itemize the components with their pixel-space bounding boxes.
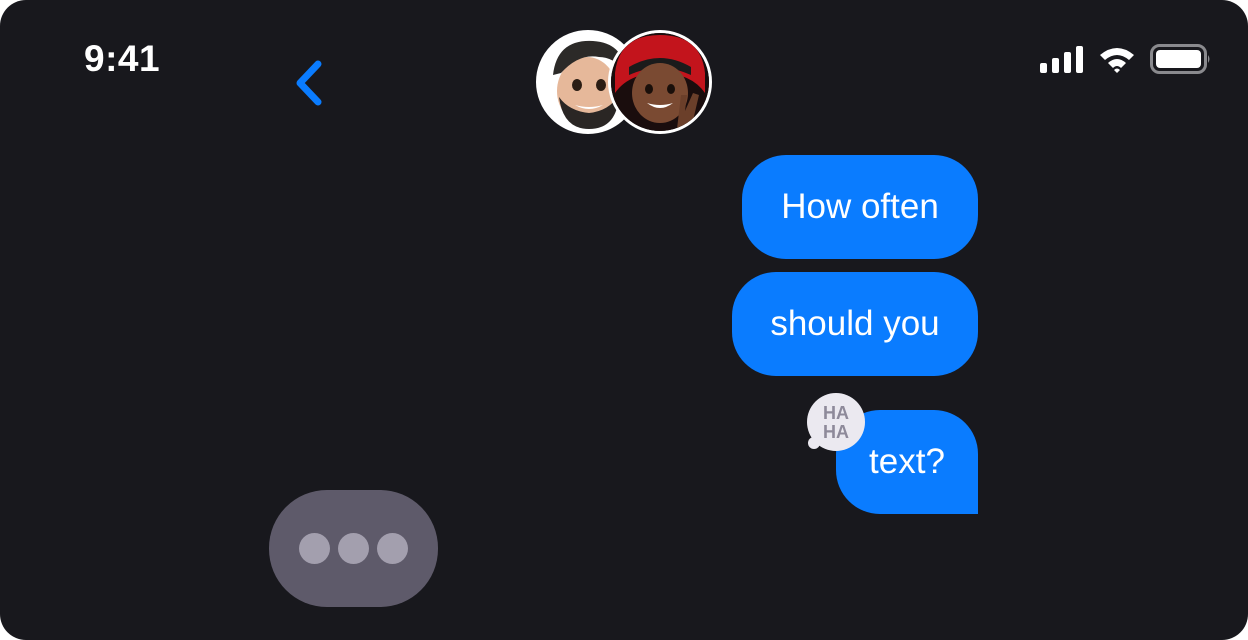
typing-indicator [269, 490, 438, 607]
battery-icon [1150, 44, 1210, 74]
tapback-haha-badge[interactable]: HA HA [806, 392, 866, 452]
typing-dot [377, 533, 408, 564]
back-button[interactable] [290, 58, 330, 108]
message-text: How often [781, 187, 939, 226]
status-time: 9:41 [84, 38, 161, 79]
message-bubble[interactable]: How often [742, 155, 978, 259]
message-bubble[interactable]: should you [732, 272, 978, 376]
typing-dot [338, 533, 369, 564]
group-avatars[interactable] [536, 30, 716, 136]
status-bar-icons [1040, 44, 1212, 74]
haha-icon: HA HA [807, 393, 865, 451]
message-text: should you [770, 304, 940, 343]
avatar-participant-2[interactable] [608, 30, 712, 134]
messages-screen: 9:41 How often should you text? HA HA [0, 0, 1248, 640]
cellular-signal-icon [1040, 46, 1083, 73]
wifi-icon [1100, 48, 1134, 73]
typing-dot [299, 533, 330, 564]
haha-line-2: HA [823, 422, 849, 442]
memoji-woman-icon [611, 33, 709, 131]
haha-line-1: HA [823, 403, 849, 423]
message-text: text? [869, 442, 945, 481]
chevron-left-icon [296, 60, 322, 106]
